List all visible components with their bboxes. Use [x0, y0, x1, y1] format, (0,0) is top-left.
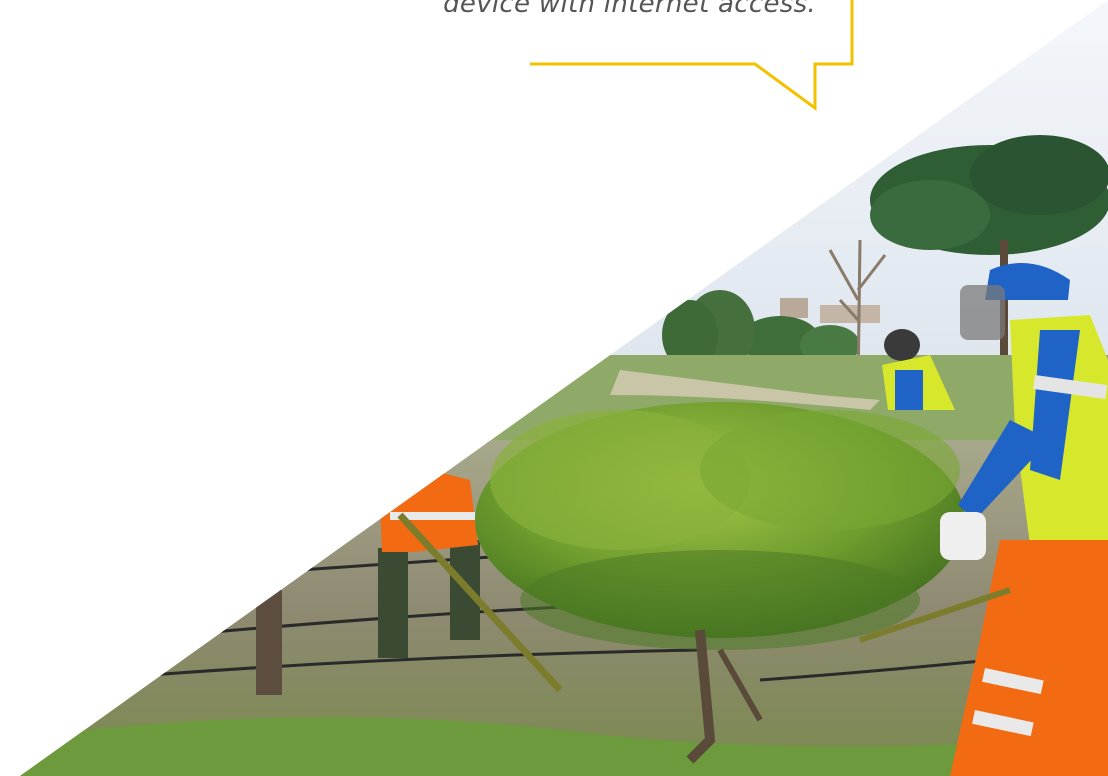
tree-trunk — [256, 590, 282, 695]
park-photo — [20, 0, 1108, 776]
scene — [20, 0, 1108, 776]
callout-text: device with internet access. — [443, 0, 816, 19]
